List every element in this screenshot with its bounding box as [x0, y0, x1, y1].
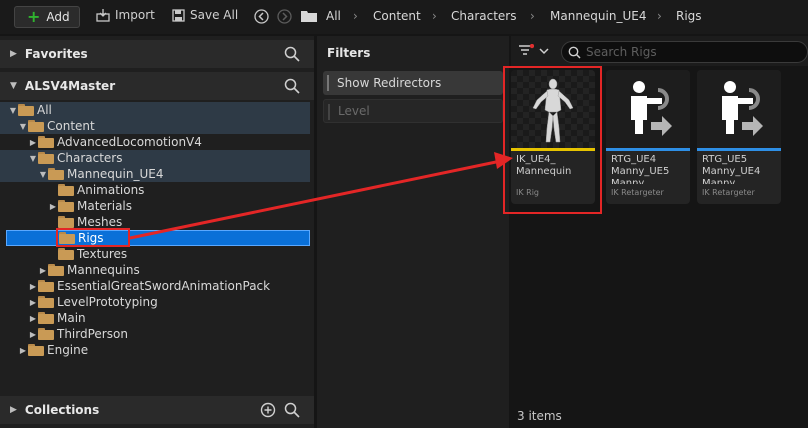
annotation-arrow — [129, 152, 513, 240]
